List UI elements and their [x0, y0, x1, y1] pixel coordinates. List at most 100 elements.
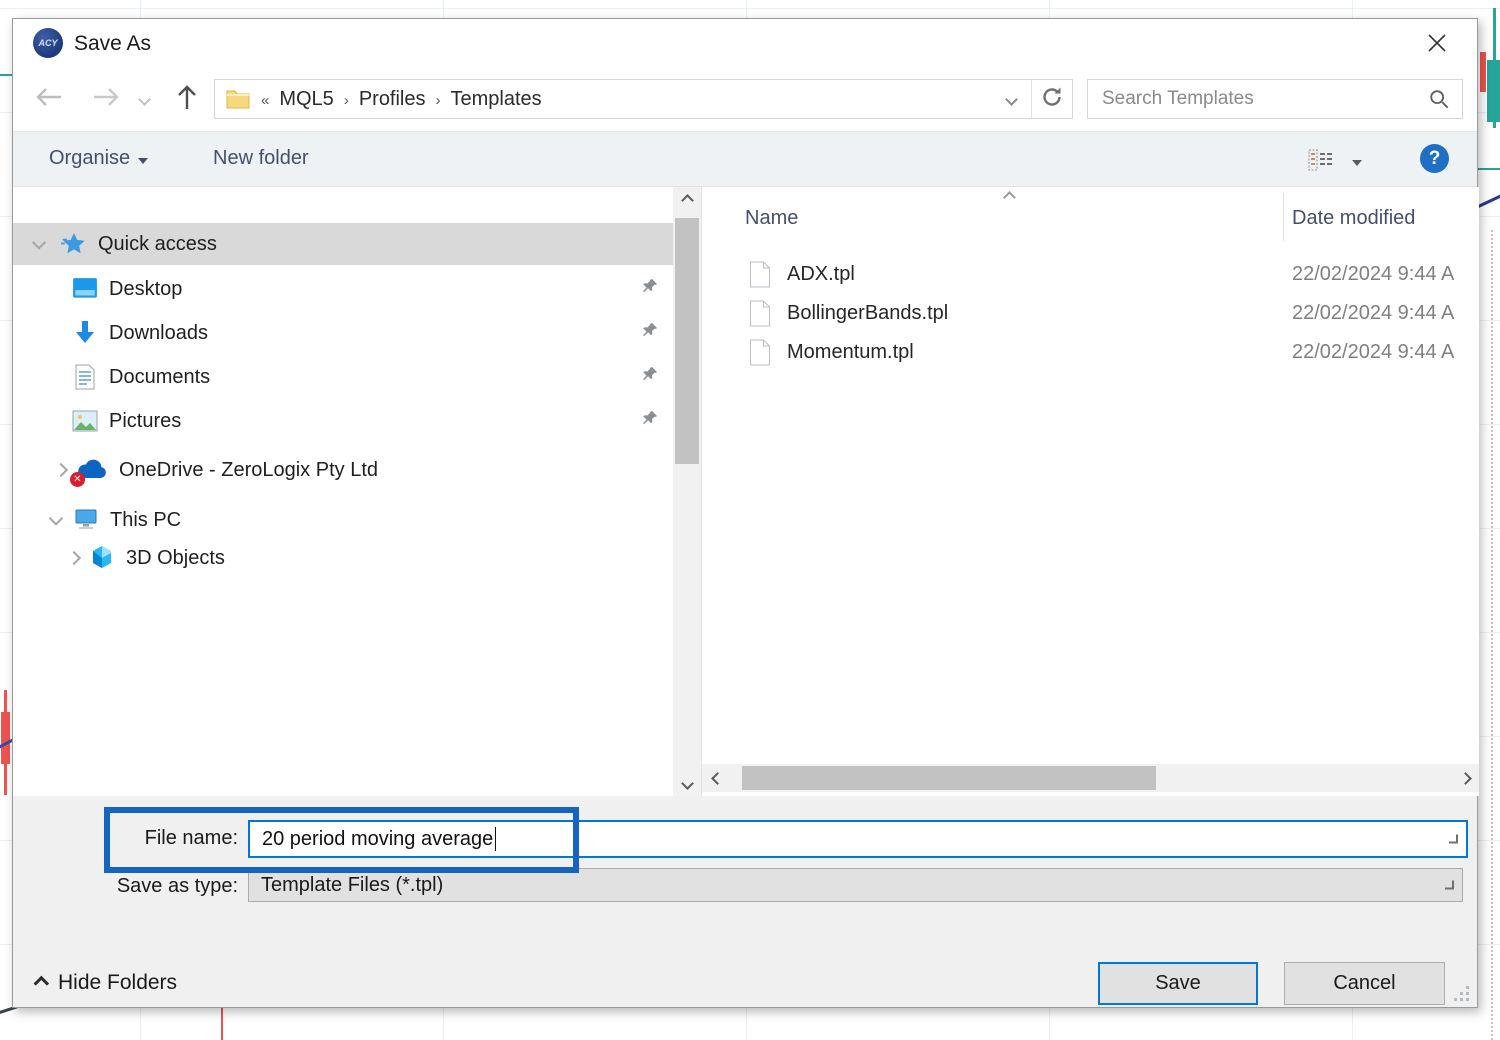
address-bar[interactable]: « MQL5 › Profiles › Templates: [214, 79, 1073, 119]
save-as-dialog: ACY Save As: [12, 18, 1478, 1008]
breadcrumb-separator: ›: [344, 90, 349, 109]
this-pc-icon: [73, 507, 99, 533]
save-button[interactable]: Save: [1098, 962, 1258, 1005]
column-header-date-modified[interactable]: Date modified: [1292, 207, 1415, 230]
forward-icon: [91, 86, 121, 113]
pin-icon[interactable]: [641, 321, 659, 345]
navigation-row: « MQL5 › Profiles › Templates: [13, 69, 1477, 131]
search-icon: [1426, 86, 1452, 112]
cancel-button[interactable]: Cancel: [1284, 962, 1445, 1005]
acy-app-icon: ACY: [33, 28, 63, 58]
chevron-down-icon[interactable]: [32, 236, 46, 250]
cancel-button-label: Cancel: [1333, 972, 1395, 995]
list-horizontal-scrollbar[interactable]: [702, 764, 1479, 792]
breadcrumb-segment-templates[interactable]: Templates: [451, 88, 542, 111]
scroll-right-button[interactable]: [1452, 764, 1478, 792]
search-input[interactable]: [1088, 88, 1426, 110]
caret-down-icon: [138, 158, 148, 164]
view-options-button[interactable]: [1308, 148, 1362, 177]
search-box: [1087, 79, 1463, 119]
sidebar-item-onedrive[interactable]: ✕ OneDrive - ZeroLogix Pty Ltd: [13, 447, 673, 493]
sidebar-item-downloads[interactable]: Downloads: [13, 311, 673, 355]
resize-grip[interactable]: [1451, 983, 1469, 1001]
file-row-momentum[interactable]: Momentum.tpl 22/02/2024 9:44 A: [702, 333, 1479, 372]
breadcrumb-segment-profiles[interactable]: Profiles: [359, 88, 426, 111]
back-icon: [34, 86, 64, 113]
scroll-down-button[interactable]: [673, 770, 701, 796]
3d-objects-icon: [89, 545, 115, 571]
chevron-right-icon[interactable]: [67, 551, 81, 565]
breadcrumb-segment-mql5[interactable]: MQL5: [279, 88, 333, 111]
chevron-down-icon[interactable]: [1449, 835, 1458, 844]
help-icon: ?: [1429, 148, 1441, 170]
pin-icon[interactable]: [641, 409, 659, 433]
chevron-down-icon[interactable]: [49, 512, 63, 526]
new-folder-label: New folder: [213, 147, 309, 169]
sort-ascending-icon: [1003, 191, 1016, 204]
breadcrumb: « MQL5 › Profiles › Templates: [215, 86, 991, 112]
save-button-label: Save: [1155, 972, 1201, 995]
breadcrumb-prefix: «: [261, 90, 269, 109]
sidebar-item-this-pc[interactable]: This PC: [13, 500, 673, 540]
downloads-icon: [72, 320, 98, 346]
scrollbar-thumb[interactable]: [742, 766, 1156, 790]
sidebar-item-desktop[interactable]: Desktop: [13, 267, 673, 311]
chart-red-vline-bottom: [221, 1008, 223, 1040]
scroll-left-button[interactable]: [704, 764, 730, 792]
chevron-up-icon: [34, 975, 50, 991]
chart-red-candle-left-body: [1, 712, 10, 764]
file-row-adx[interactable]: ADX.tpl 22/02/2024 9:44 A: [702, 255, 1479, 294]
sync-error-badge-icon: ✕: [70, 472, 85, 487]
organise-button[interactable]: Organise: [49, 147, 148, 170]
sidebar-item-pictures[interactable]: Pictures: [13, 399, 673, 443]
text-cursor: [495, 827, 496, 851]
refresh-button[interactable]: [1032, 80, 1072, 118]
chart-red-bar-right: [1480, 52, 1486, 92]
sidebar-item-3d-objects[interactable]: 3D Objects: [13, 538, 673, 578]
save-as-type-value: Template Files (*.tpl): [261, 874, 443, 897]
title-bar: ACY Save As: [13, 19, 1477, 69]
column-header-name[interactable]: Name: [745, 207, 798, 230]
address-dropdown-button[interactable]: [991, 80, 1031, 118]
file-row-bollingerbands[interactable]: BollingerBands.tpl 22/02/2024 9:44 A: [702, 294, 1479, 333]
hide-folders-button[interactable]: Hide Folders: [33, 971, 177, 995]
onedrive-icon: ✕: [74, 457, 108, 483]
desktop-icon: [72, 276, 98, 302]
save-as-type-select[interactable]: Template Files (*.tpl): [248, 868, 1463, 902]
close-icon: [1426, 32, 1448, 59]
chevron-down-icon: [681, 777, 694, 790]
up-button[interactable]: [169, 81, 205, 117]
file-icon: [747, 340, 773, 366]
scroll-up-button[interactable]: [673, 187, 701, 213]
close-button[interactable]: [1421, 29, 1453, 61]
new-folder-button[interactable]: New folder: [213, 147, 309, 170]
command-toolbar: Organise New folder ?: [13, 131, 1477, 187]
sidebar-item-quick-access[interactable]: Quick access: [13, 223, 673, 265]
recent-locations-button[interactable]: [131, 81, 157, 117]
scrollbar-thumb[interactable]: [675, 218, 699, 464]
sidebar-item-label: Desktop: [109, 278, 182, 301]
column-divider[interactable]: [1283, 193, 1284, 241]
help-button[interactable]: ?: [1420, 144, 1449, 173]
file-name: BollingerBands.tpl: [787, 302, 948, 325]
sidebar-item-documents[interactable]: Documents: [13, 355, 673, 399]
caret-down-icon: [1352, 160, 1362, 166]
folder-icon: [225, 86, 251, 112]
chevron-right-icon[interactable]: [54, 463, 68, 477]
chevron-down-icon: [138, 93, 151, 106]
sidebar-item-label: 3D Objects: [126, 547, 225, 570]
pictures-icon: [72, 408, 98, 434]
file-date-modified: 22/02/2024 9:44 A: [1292, 263, 1454, 286]
pin-icon[interactable]: [641, 277, 659, 301]
file-list: Name Date modified ADX.tpl 22/02/2024 9:…: [701, 187, 1479, 796]
back-button[interactable]: [31, 81, 67, 117]
chevron-right-icon: [1459, 772, 1472, 785]
chart-teal-hline-right: [1478, 168, 1500, 170]
file-date-modified: 22/02/2024 9:44 A: [1292, 341, 1454, 364]
tree-scrollbar[interactable]: [673, 187, 701, 796]
forward-button[interactable]: [88, 81, 124, 117]
pin-icon[interactable]: [641, 365, 659, 389]
file-icon: [747, 301, 773, 327]
quick-access-star-icon: [61, 231, 87, 257]
file-name-input[interactable]: 20 period moving average: [248, 820, 1468, 858]
